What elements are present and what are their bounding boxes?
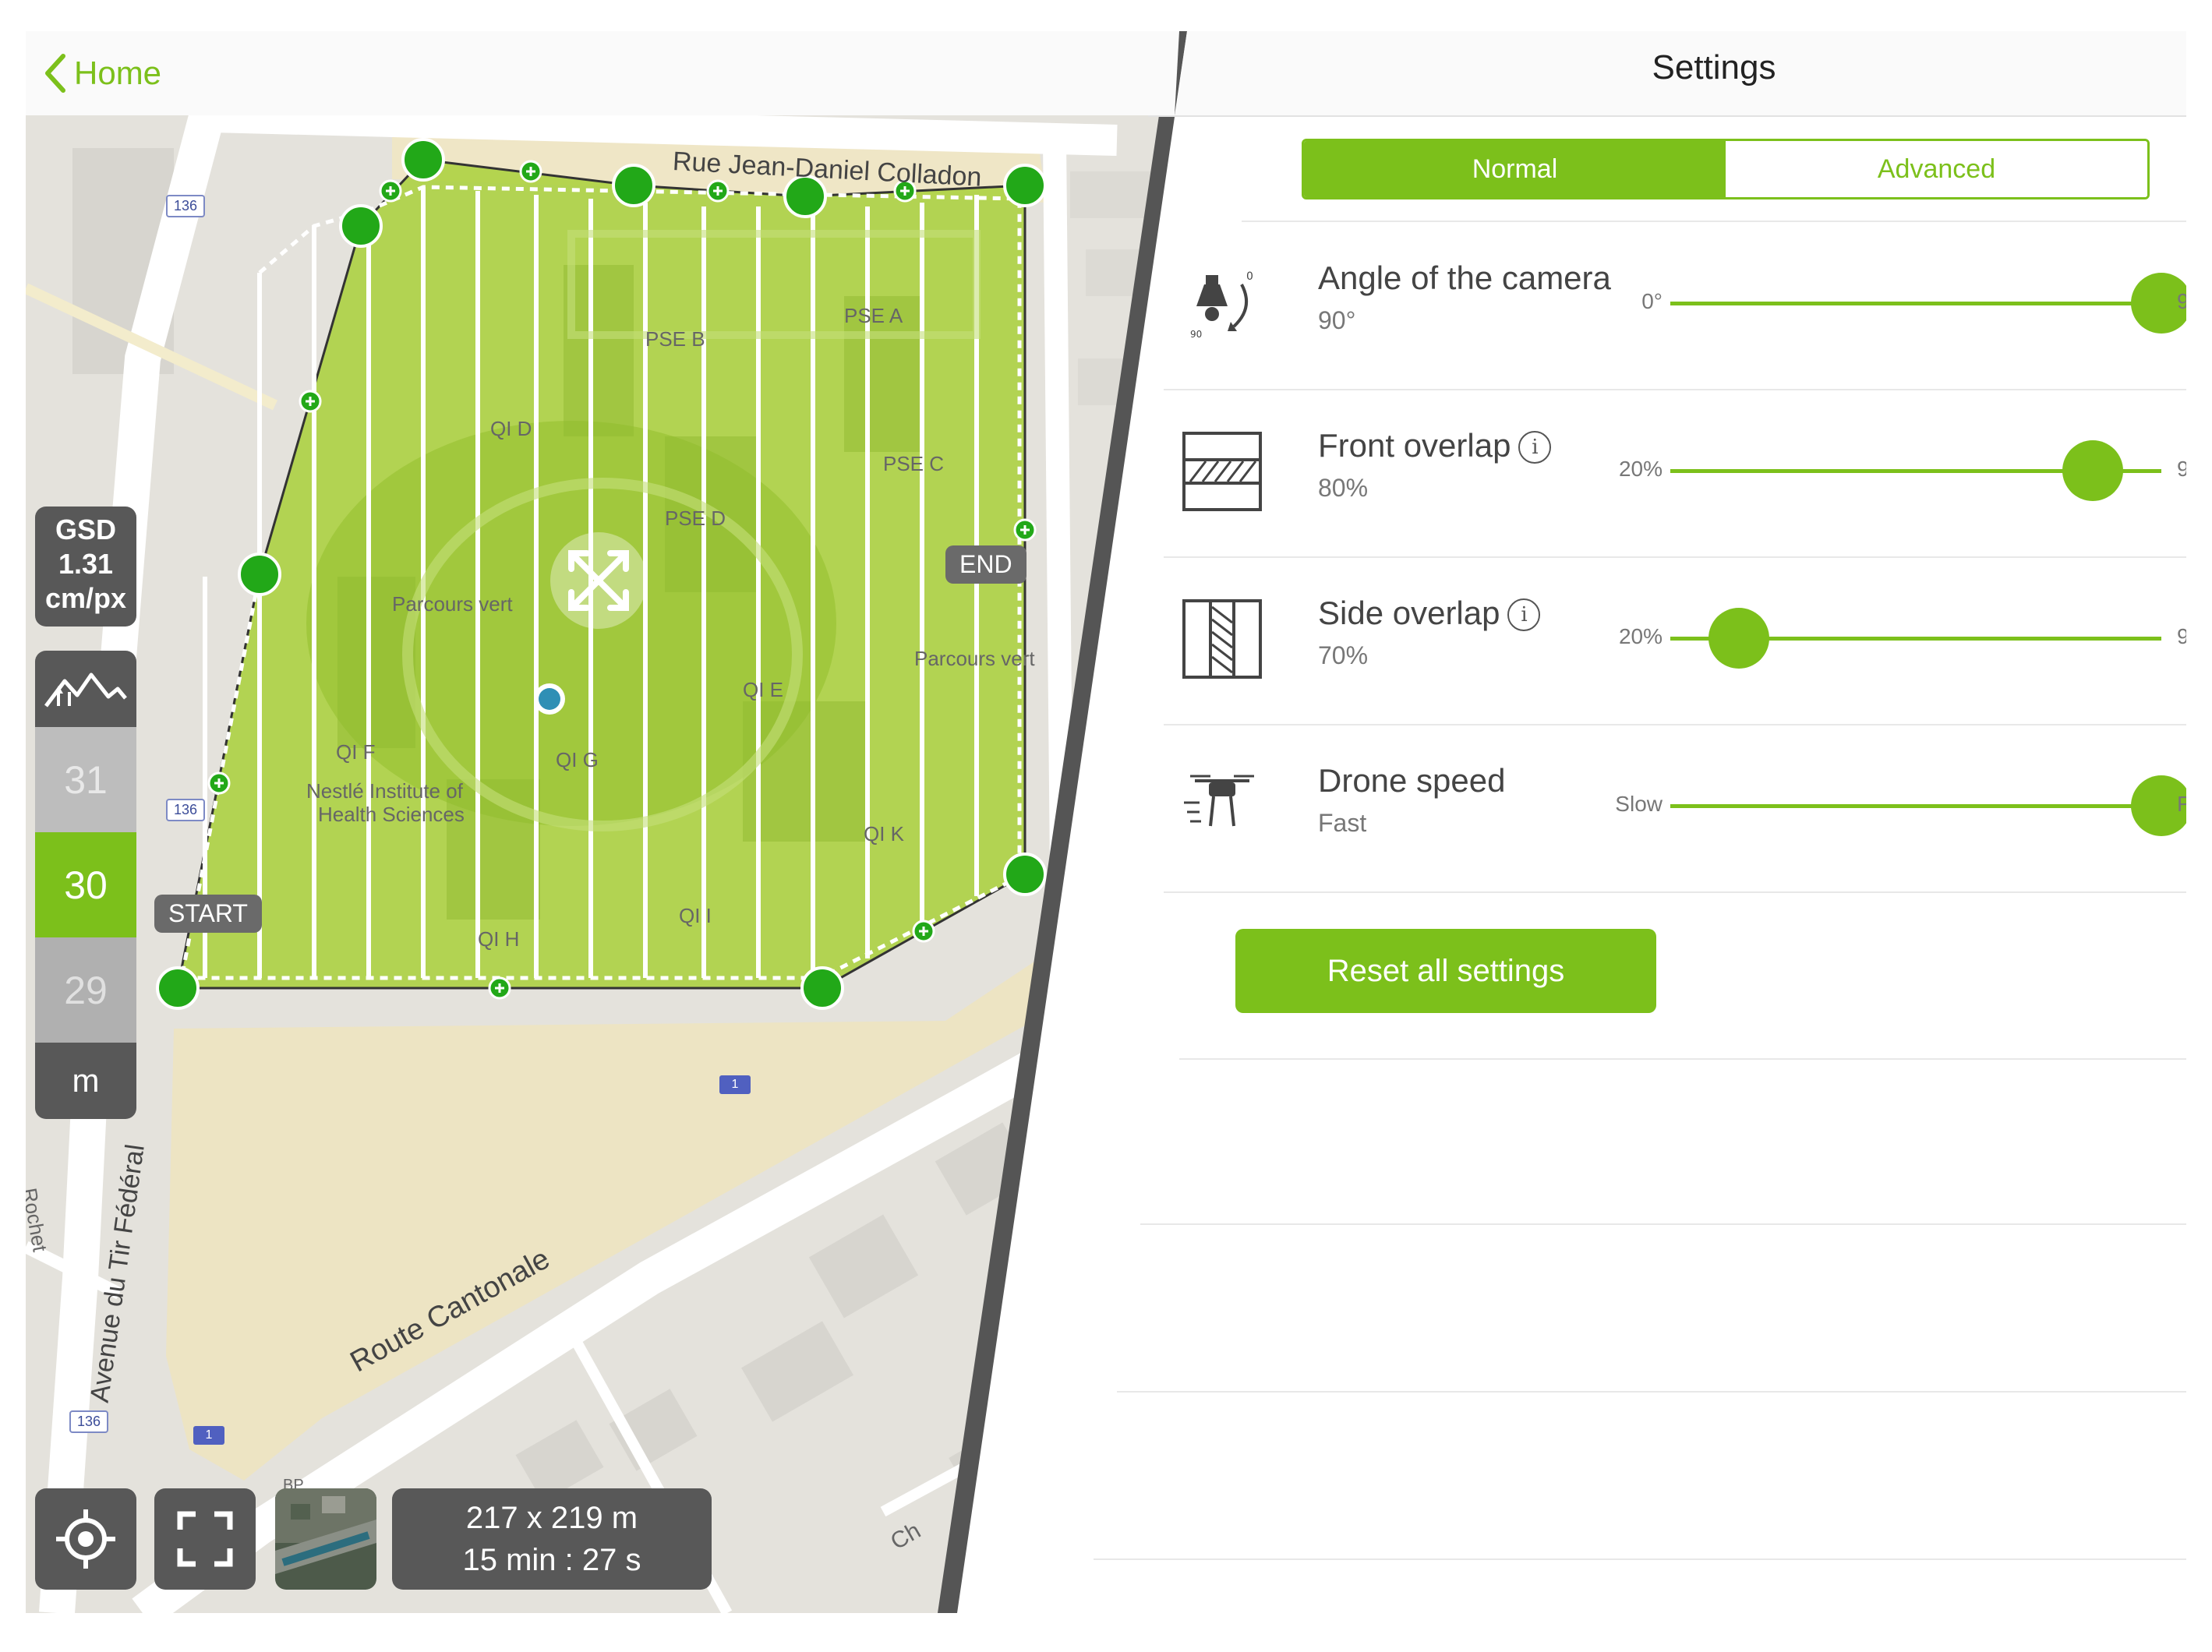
reset-settings-button[interactable]: Reset all settings: [1235, 929, 1656, 1013]
setting-value: 70%: [1318, 641, 1369, 669]
slider-knob[interactable]: [1708, 608, 1770, 669]
gsd-value: 1.31: [58, 548, 114, 580]
altitude-option-below[interactable]: 29: [35, 937, 136, 1043]
front-overlap-icon: [1182, 432, 1262, 511]
locate-icon: [56, 1509, 115, 1569]
place-label: QI E: [743, 678, 784, 701]
back-home-label: Home: [74, 55, 162, 91]
end-label: END: [945, 545, 1026, 584]
divider: [1179, 1058, 2186, 1060]
map-canvas[interactable]: [26, 31, 1242, 1613]
setting-title: Front overlap i: [1318, 427, 1552, 464]
app-frame: Rue Jean-Daniel Colladon Avenue du Tir F…: [26, 31, 2186, 1613]
setting-title: Angle of the camera: [1318, 259, 1611, 296]
gsd-title: GSD: [55, 514, 116, 545]
map-view[interactable]: Rue Jean-Daniel Colladon Avenue du Tir F…: [26, 31, 1242, 1613]
setting-value: Fast: [1318, 809, 1367, 837]
setting-title: Drone speed: [1318, 762, 1506, 799]
terrain-icon[interactable]: [35, 651, 136, 727]
fullscreen-button[interactable]: [154, 1488, 256, 1590]
camera-angle-icon: 0 90: [1190, 270, 1253, 340]
setting-row-side-overlap: Side overlapi 70% 20% 90%: [1164, 557, 2186, 725]
place-label: QI F: [336, 740, 376, 764]
place-label: QI G: [556, 748, 599, 771]
road-number-badge: 136: [166, 195, 206, 217]
front-overlap-slider[interactable]: [1670, 440, 2161, 501]
place-label: PSE B: [645, 327, 705, 351]
slider-max-label: Fast: [2177, 792, 2186, 816]
gsd-unit: cm/px: [44, 582, 127, 614]
mission-dimensions: 217 x 219 m: [465, 1501, 638, 1535]
place-label: Parcours vert: [392, 592, 513, 616]
drone-icon: [1184, 775, 1254, 827]
divider: [1094, 1558, 2186, 1560]
setting-title-text: Side overlap: [1318, 595, 1500, 631]
start-label: START: [154, 895, 262, 933]
setting-title-text: Front overlap: [1318, 427, 1511, 464]
fullscreen-icon: [177, 1511, 233, 1567]
svg-text:90: 90: [1190, 329, 1202, 340]
mission-summary: 217 x 219 m 15 min : 27 s: [392, 1488, 712, 1590]
slider-max-label: 90%: [2177, 624, 2186, 648]
divider: [1117, 1391, 2186, 1393]
setting-row-camera-angle: 0 90 Angle of the camera 90° 0° 90°: [1164, 222, 2186, 390]
chevron-left-icon: [45, 54, 65, 93]
side-overlap-slider[interactable]: [1670, 608, 2161, 669]
mission-duration: 15 min : 27 s: [462, 1543, 641, 1577]
place-label: Parcours vert: [914, 647, 1035, 670]
slider-max-label: 90%: [2177, 457, 2186, 481]
divider: [1140, 1223, 2186, 1225]
back-home-button[interactable]: Home: [43, 48, 161, 98]
settings-content: Settings Normal Advanced 0 90 Angle of t…: [1094, 31, 2186, 1613]
satellite-thumbnail-icon: [275, 1488, 376, 1590]
setting-row-front-overlap: Front overlapi 80% 20% 90%: [1164, 390, 2186, 558]
place-label: Health Sciences: [318, 803, 465, 826]
camera-angle-slider[interactable]: [1670, 273, 2186, 334]
mode-segmented-control[interactable]: Normal Advanced: [1302, 139, 2150, 199]
slider-min-label: 20%: [1618, 457, 1663, 481]
side-overlap-icon: [1182, 599, 1262, 679]
slider-min-label: Slow: [1615, 792, 1663, 816]
place-label: PSE A: [844, 304, 903, 327]
altitude-unit: m: [35, 1043, 136, 1119]
slider-min-label: 20%: [1618, 624, 1663, 648]
info-icon[interactable]: i: [1518, 431, 1552, 464]
setting-row-drone-speed: Drone speed Fast Slow Fast: [1164, 725, 2186, 893]
place-label: PSE C: [883, 452, 945, 475]
road-number-badge: 1: [193, 1426, 224, 1445]
slider-max-label: 90°: [2177, 289, 2186, 313]
road-number-badge: 136: [166, 799, 206, 821]
place-label: Nestlé Institute of: [306, 779, 463, 803]
setting-title: Side overlap i: [1318, 595, 1541, 632]
setting-value: 90°: [1318, 306, 1356, 334]
settings-title: Settings: [1652, 48, 1776, 86]
slider-knob[interactable]: [2062, 440, 2123, 501]
setting-value: 80%: [1318, 474, 1369, 502]
slider-min-label: 0°: [1641, 289, 1663, 313]
altitude-option-above[interactable]: 31: [35, 727, 136, 832]
altitude-current[interactable]: 30: [35, 832, 136, 937]
place-label: QI I: [679, 904, 712, 927]
header-divider: [1148, 115, 2186, 117]
place-label: QI K: [864, 822, 905, 845]
place-label: PSE D: [665, 507, 726, 530]
gsd-indicator: GSD 1.31 cm/px: [35, 507, 136, 627]
place-label: QI D: [490, 417, 532, 440]
info-icon[interactable]: i: [1507, 598, 1541, 631]
mode-advanced-tab[interactable]: Advanced: [1726, 141, 2147, 197]
place-label: QI H: [478, 927, 520, 951]
svg-text:0: 0: [1246, 270, 1253, 283]
road-number-badge: 1: [719, 1075, 751, 1094]
satellite-layer-button[interactable]: [275, 1488, 376, 1590]
map-header: Home: [26, 31, 1179, 115]
locate-button[interactable]: [35, 1488, 136, 1590]
altitude-picker[interactable]: 31 30 29 m: [35, 651, 136, 1119]
drone-speed-slider[interactable]: [1670, 775, 2186, 836]
mode-normal-tab[interactable]: Normal: [1304, 141, 1726, 197]
road-number-badge: 136: [69, 1410, 109, 1433]
